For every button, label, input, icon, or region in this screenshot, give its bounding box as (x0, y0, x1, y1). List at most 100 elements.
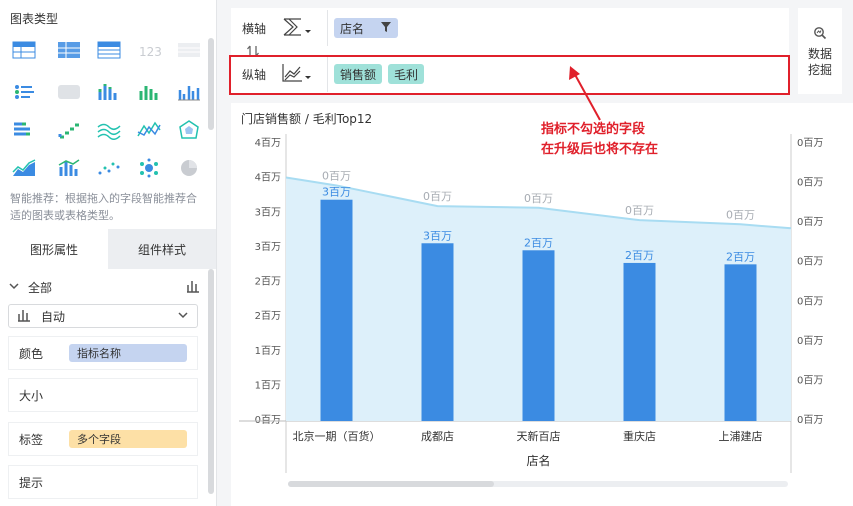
bar-stack-icon[interactable] (10, 118, 38, 142)
detail-table-icon[interactable] (95, 38, 123, 62)
chart-type-scrollbar[interactable] (208, 38, 214, 130)
sales-bar (421, 243, 454, 421)
sales-bar (724, 264, 757, 421)
filter-icon[interactable] (380, 21, 392, 36)
chart-type-title: 图表类型 (10, 12, 59, 26)
y-left-tick-label: 3百万 (255, 241, 281, 253)
y-left-tick-label: 4百万 (255, 137, 281, 149)
x-tick-label: 重庆店 (623, 429, 656, 443)
profit-data-label: 0百万 (726, 208, 755, 221)
x-field-label: 店名 (340, 21, 365, 36)
multi-line-icon[interactable] (95, 118, 123, 142)
radar-line-icon[interactable] (135, 118, 163, 142)
left-panel: 图表类型 123 智能推荐：根据拖入的字段智能推荐合适的图表或表格类型。 图形属… (0, 0, 217, 506)
data-mining-button[interactable]: 数据挖掘 (798, 8, 842, 94)
stacked-bar-icon[interactable] (95, 80, 123, 104)
chart-svg: 4百万 4百万 3百万 3百万 2百万 2百万 1百万 1百万 0百万 0百万 0百万 0百万 0百万 0… (239, 134, 823, 473)
prop-label[interactable]: 标签 多个字段 (8, 422, 198, 456)
profit-data-label: 0百万 (423, 190, 452, 203)
pie-icon[interactable] (175, 156, 203, 180)
x-axis-label: 横轴 (242, 21, 267, 36)
property-scrollbar[interactable] (208, 269, 214, 494)
prop-size[interactable]: 大小 (8, 378, 198, 412)
combo-bar-icon[interactable] (55, 156, 83, 180)
smart-recommend-hint: 智能推荐：根据拖入的字段智能推荐合适的图表或表格类型。 (10, 192, 197, 222)
bar-chart-icon (17, 308, 31, 325)
tab-graphic-properties[interactable]: 图形属性 (0, 229, 108, 269)
profit-data-label: 0百万 (322, 169, 351, 182)
x-axis-separator (327, 10, 328, 46)
y-right-tick-label: 0百万 (797, 137, 823, 149)
profit-data-label: 0百万 (524, 192, 553, 205)
chart-horizontal-scrollbar[interactable] (288, 481, 788, 487)
tab-component-style[interactable]: 组件样式 (108, 229, 216, 269)
chart-panel: 门店销售额 / 毛利Top12 4百万 4百万 3百万 3百万 2百万 2百万 1百万 1百万… (231, 103, 853, 506)
scatter-icon[interactable] (95, 156, 123, 180)
x-axis-row: 横轴 店名 (231, 10, 789, 46)
prop-tooltip-label: 提示 (19, 475, 44, 490)
annotation-line-2: 在升级后也将不存在 (541, 142, 659, 157)
sales-data-label: 3百万 (322, 186, 351, 199)
radar-icon[interactable] (175, 118, 203, 142)
column-chart-icon[interactable] (135, 80, 163, 104)
mark-type-value: 自动 (41, 309, 66, 324)
sales-bar (522, 250, 555, 421)
all-toggle[interactable]: 全部 (8, 278, 200, 296)
mark-type-select[interactable]: 自动 (8, 304, 198, 328)
y-right-tick-label: 0百万 (797, 414, 823, 426)
y-axis-highlight-box (229, 55, 790, 95)
y-left-tick-label: 2百万 (255, 276, 281, 288)
crosstab-icon[interactable] (55, 38, 83, 62)
magnifier-icon (813, 26, 827, 43)
sales-data-label: 2百万 (625, 249, 654, 262)
prop-color-label: 颜色 (19, 346, 44, 361)
area-line-icon[interactable] (10, 156, 38, 180)
x-axis-type-dropdown[interactable] (281, 16, 327, 41)
x-field-store-name[interactable]: 店名 (334, 18, 399, 38)
profit-data-label: 0百万 (625, 204, 654, 217)
dot-list-icon[interactable] (10, 80, 38, 104)
scatter-bar-icon[interactable] (55, 118, 83, 142)
sales-bar (320, 199, 353, 421)
property-tabs: 图形属性 组件样式 (0, 229, 216, 269)
y-right-tick-label: 0百万 (797, 216, 823, 228)
x-tick-label: 北京一期（百货） (293, 429, 381, 443)
y-right-tick-label: 0百万 (797, 295, 823, 307)
bar-chart-icon[interactable] (186, 279, 200, 296)
y-left-tick-label: 1百万 (255, 345, 281, 357)
color-field-pill[interactable]: 指标名称 (69, 344, 187, 362)
prop-label-label: 标签 (19, 432, 44, 447)
chevron-down-icon (8, 280, 20, 294)
x-tick-label: 上浦建店 (719, 429, 763, 443)
disabled-table-icon[interactable] (175, 38, 203, 62)
sales-data-label: 2百万 (726, 250, 755, 263)
x-axis-title: 店名 (526, 453, 550, 468)
scrollbar-thumb[interactable] (288, 481, 494, 487)
svg-text:123: 123 (139, 45, 162, 59)
sales-bar (623, 262, 656, 421)
annotation-arrow-icon (569, 66, 601, 121)
map-icon[interactable] (55, 80, 83, 104)
y-left-tick-label: 3百万 (255, 206, 281, 218)
y-left-tick-label: 0百万 (255, 414, 281, 426)
x-tick-label: 成都店 (421, 429, 454, 443)
annotation-text: 指标不勾选的字段 在升级后也将不存在 (541, 120, 658, 160)
bubble-cluster-icon[interactable] (135, 156, 163, 180)
y-right-tick-label: 0百万 (797, 177, 823, 189)
prop-color[interactable]: 颜色 指标名称 (8, 336, 198, 370)
y-right-tick-label: 0百万 (797, 335, 823, 347)
kpi-number-icon[interactable]: 123 (135, 38, 163, 62)
label-field-pill[interactable]: 多个字段 (69, 430, 187, 448)
y-right-tick-label: 0百万 (797, 256, 823, 268)
prop-size-label: 大小 (19, 388, 44, 403)
y-left-tick-label: 1百万 (255, 379, 281, 391)
sales-data-label: 2百万 (524, 236, 553, 249)
chevron-down-icon (177, 309, 189, 323)
y-left-tick-label: 4百万 (255, 172, 281, 184)
x-tick-label: 天新百店 (517, 429, 561, 443)
sales-data-label: 3百万 (423, 229, 452, 242)
prop-tooltip[interactable]: 提示 (8, 465, 198, 499)
table-icon[interactable] (10, 38, 38, 62)
grouped-column-icon[interactable] (175, 80, 203, 104)
data-mining-label: 数据挖掘 (807, 47, 832, 77)
